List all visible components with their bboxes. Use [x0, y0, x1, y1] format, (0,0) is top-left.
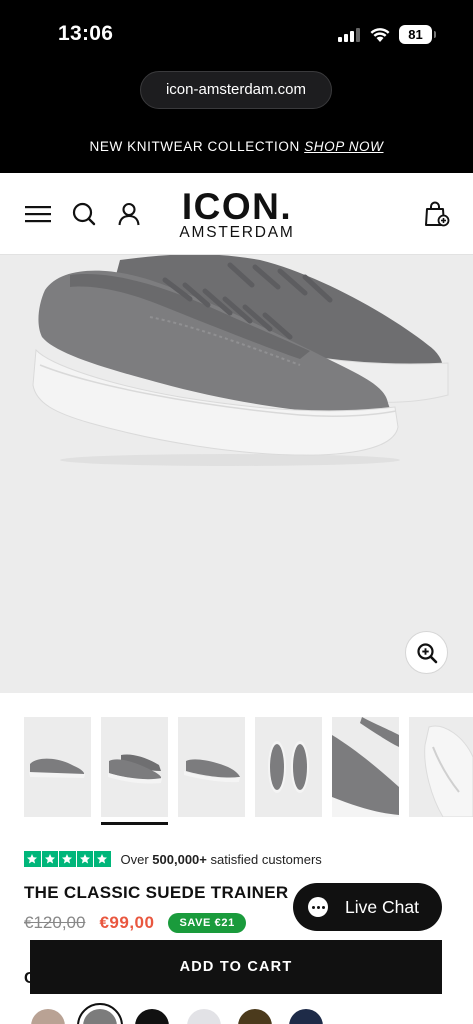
announcement-bar: NEW KNITWEAR COLLECTION SHOP NOW — [0, 118, 473, 173]
shop-now-link[interactable]: SHOP NOW — [304, 139, 383, 154]
color-swatch-white[interactable] — [187, 1009, 221, 1024]
brand-logo[interactable]: ICON. AMSTERDAM — [168, 186, 306, 241]
sneaker-illustration — [32, 255, 449, 466]
old-price: €120,00 — [24, 913, 86, 932]
menu-icon[interactable] — [23, 199, 53, 229]
chat-bubble-icon — [308, 897, 328, 917]
color-swatch-brown[interactable] — [238, 1009, 272, 1024]
product-hero-image[interactable] — [0, 255, 473, 693]
live-chat-button[interactable]: Live Chat — [293, 883, 442, 931]
color-swatch-taupe[interactable] — [31, 1009, 65, 1024]
zoom-button[interactable] — [405, 631, 448, 674]
zoom-in-icon — [416, 642, 437, 663]
site-header: ICON. AMSTERDAM — [0, 173, 473, 255]
review-prefix: Over — [120, 851, 149, 867]
status-bar: 13:06 81 — [0, 0, 473, 66]
thumbnail-active-indicator — [101, 822, 168, 825]
account-icon[interactable] — [114, 199, 144, 229]
browser-url-area: icon-amsterdam.com — [0, 66, 473, 118]
live-chat-label: Live Chat — [345, 897, 419, 917]
thumbnail-2[interactable] — [101, 717, 168, 817]
save-badge: SAVE €21 — [168, 913, 246, 933]
trust-rating[interactable]: Over 500,000+ satisfied customers — [24, 850, 322, 868]
battery-indicator: 81 — [399, 25, 436, 44]
star-icon — [59, 850, 76, 868]
color-swatch-navy[interactable] — [289, 1009, 323, 1024]
thumbnail-5[interactable] — [332, 717, 399, 817]
review-count: 500,000+ — [152, 851, 207, 867]
thumbnail-3[interactable] — [178, 717, 245, 817]
star-icon — [94, 850, 111, 868]
thumbnail-6[interactable] — [409, 717, 473, 817]
search-icon[interactable] — [69, 199, 99, 229]
logo-main: ICON. — [181, 186, 293, 227]
announcement-text: NEW KNITWEAR COLLECTION — [89, 139, 300, 154]
thumbnail-strip — [0, 693, 473, 831]
thumbnail-4[interactable] — [255, 717, 322, 817]
review-text: Over 500,000+ satisfied customers — [121, 852, 322, 867]
logo-sub: AMSTERDAM — [179, 224, 295, 241]
thumbnail-1[interactable] — [24, 717, 91, 817]
color-swatch-black[interactable] — [135, 1009, 169, 1024]
product-title: THE CLASSIC SUEDE TRAINER — [24, 883, 289, 902]
star-rating — [24, 850, 111, 868]
add-to-cart-button[interactable]: ADD TO CART — [30, 940, 442, 994]
star-icon — [41, 850, 58, 868]
star-icon — [76, 850, 93, 868]
status-time: 13:06 — [58, 22, 114, 45]
url-bar[interactable]: icon-amsterdam.com — [140, 71, 332, 109]
cellular-signal-icon — [338, 28, 360, 42]
star-icon — [24, 850, 41, 868]
sale-price: €99,00 — [99, 913, 155, 932]
price-row: €120,00 €99,00 SAVE €21 — [24, 913, 246, 933]
wifi-icon — [370, 28, 390, 42]
cart-icon[interactable] — [421, 199, 451, 229]
review-suffix: satisfied customers — [210, 851, 322, 867]
